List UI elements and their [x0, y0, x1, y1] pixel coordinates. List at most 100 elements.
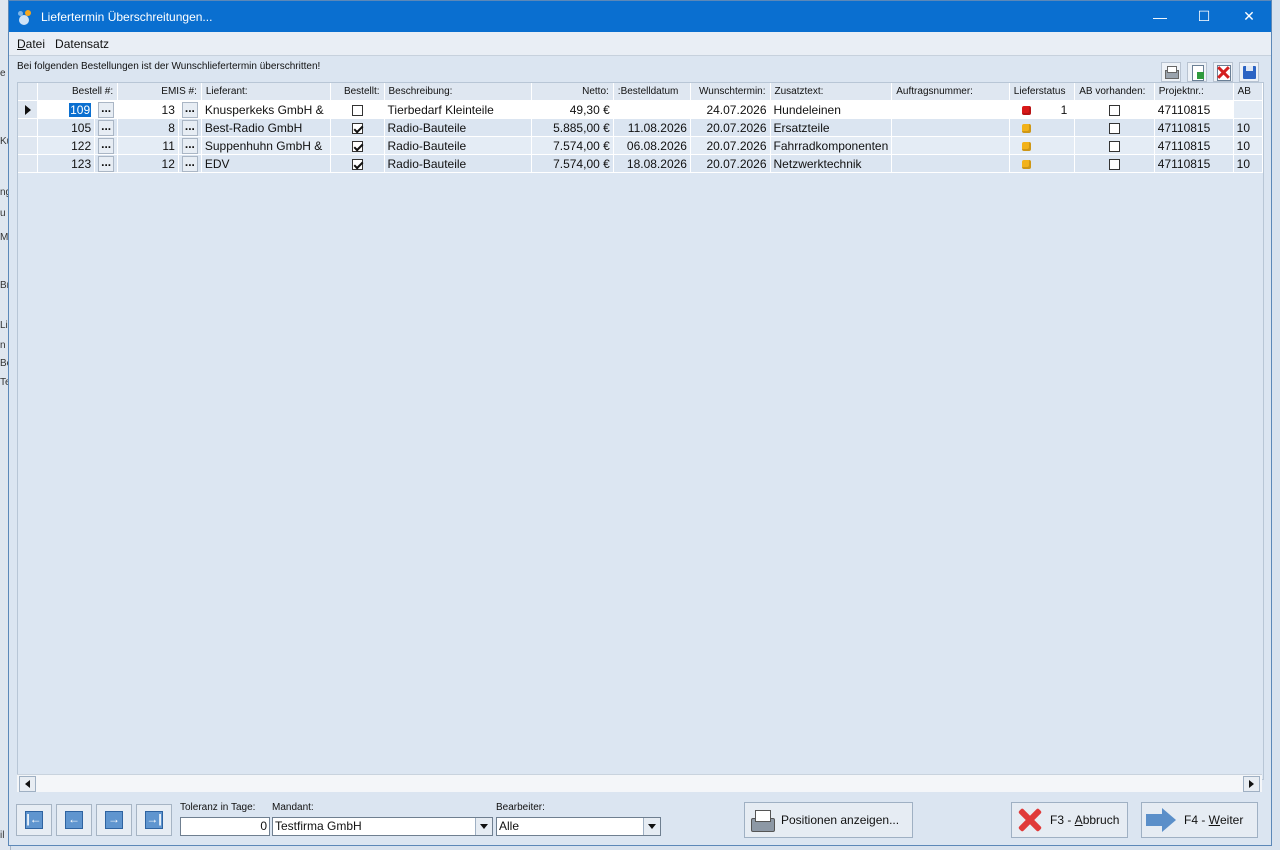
table-row[interactable]: 105... 8... Best-Radio GmbH Radio-Bauteile 5…: [18, 118, 1263, 137]
cell-bestelldatum[interactable]: 11.08.2026: [613, 118, 691, 137]
col-header-ab-vorhanden[interactable]: AB vorhanden:: [1074, 83, 1155, 101]
col-header-netto[interactable]: Netto:: [531, 83, 614, 101]
cell-ab[interactable]: 10: [1233, 136, 1263, 155]
cell-ab[interactable]: [1233, 100, 1263, 119]
orders-grid[interactable]: Bestell #: EMIS #: Lieferant: Bestellt: …: [17, 82, 1264, 780]
cell-lieferant[interactable]: Knusperkeks GmbH &: [201, 100, 332, 119]
title-bar[interactable]: Liefertermin Überschreitungen... — ☐ ✕: [9, 1, 1271, 32]
cell-lieferant[interactable]: Suppenhuhn GmbH &: [201, 136, 332, 155]
previous-record-button[interactable]: ←: [56, 804, 92, 836]
cell-projektnr[interactable]: 47110815: [1154, 118, 1234, 137]
cell-lieferstatus[interactable]: [1009, 154, 1076, 173]
bestellt-checkbox[interactable]: [351, 140, 363, 152]
cell-netto[interactable]: 5.885,00 €: [531, 118, 614, 137]
row-indicator[interactable]: [18, 154, 39, 173]
cell-lieferstatus[interactable]: [1009, 136, 1076, 155]
cell-auftragsnummer[interactable]: [891, 154, 1010, 173]
cell-ab[interactable]: 10: [1233, 154, 1263, 173]
cell-auftragsnummer[interactable]: [891, 118, 1010, 137]
emis-lookup-button[interactable]: ...: [178, 100, 202, 119]
emis-lookup-button[interactable]: ...: [178, 154, 202, 173]
cell-beschreibung[interactable]: Tierbedarf Kleinteile: [384, 100, 532, 119]
cell-wunschtermin[interactable]: 20.07.2026: [690, 136, 771, 155]
ab-vorhanden-checkbox[interactable]: [1109, 140, 1120, 152]
ab-vorhanden-checkbox[interactable]: [1109, 104, 1120, 116]
last-record-button[interactable]: →|: [136, 804, 172, 836]
positionen-anzeigen-button[interactable]: Positionen anzeigen...: [744, 802, 913, 838]
cell-wunschtermin[interactable]: 20.07.2026: [690, 118, 771, 137]
cell-ab[interactable]: 10: [1233, 118, 1263, 137]
table-row[interactable]: 109... 13... Knusperkeks GmbH & Tierbedarf …: [18, 100, 1263, 119]
cell-ab-vorhanden[interactable]: [1074, 136, 1155, 155]
bestell-lookup-button[interactable]: ...: [94, 136, 119, 155]
table-row[interactable]: 123... 12... EDV Radio-Bauteile 7.574,00 €18…: [18, 154, 1263, 173]
col-header-bestell-nr[interactable]: Bestell #:: [37, 83, 119, 101]
cell-emis-nr[interactable]: 13: [117, 100, 179, 119]
col-header-lieferstatus[interactable]: Lieferstatus: [1009, 83, 1076, 101]
cell-netto[interactable]: 7.574,00 €: [531, 136, 614, 155]
horizontal-scrollbar[interactable]: [17, 774, 1262, 792]
bestell-lookup-button[interactable]: ...: [94, 118, 119, 137]
cell-netto[interactable]: 49,30 €: [531, 100, 614, 119]
abbruch-button[interactable]: F3 - Abbruch: [1011, 802, 1128, 838]
next-record-button[interactable]: →: [96, 804, 132, 836]
col-header-bestelldatum[interactable]: Bestelldatum:: [613, 83, 691, 101]
cell-beschreibung[interactable]: Radio-Bauteile: [384, 136, 532, 155]
col-header-wunschtermin[interactable]: Wunschtermin:: [690, 83, 771, 101]
bestellt-checkbox[interactable]: [351, 104, 363, 116]
menu-item-datensatz[interactable]: Datensatz: [55, 37, 109, 51]
cell-zusatztext[interactable]: Netzwerktechnik: [770, 154, 893, 173]
printer-icon[interactable]: [1161, 62, 1181, 82]
scroll-left-button[interactable]: [19, 776, 36, 792]
cell-bestelldatum[interactable]: 18.08.2026: [613, 154, 691, 173]
bearbeiter-select[interactable]: Alle: [496, 817, 661, 836]
cell-lieferstatus[interactable]: [1009, 118, 1076, 137]
cell-bestelldatum[interactable]: [613, 100, 691, 119]
cell-auftragsnummer[interactable]: [891, 136, 1010, 155]
bestell-lookup-button[interactable]: ...: [94, 100, 119, 119]
menu-item-datei[interactable]: Datei: [17, 37, 45, 51]
cell-wunschtermin[interactable]: 24.07.2026: [690, 100, 771, 119]
first-record-button[interactable]: |←: [16, 804, 52, 836]
cell-ab-vorhanden[interactable]: [1074, 100, 1155, 119]
save-icon[interactable]: [1239, 62, 1259, 82]
emis-lookup-button[interactable]: ...: [178, 136, 202, 155]
export-excel-icon[interactable]: [1187, 62, 1207, 82]
cell-zusatztext[interactable]: Ersatzteile: [770, 118, 893, 137]
cell-bestelldatum[interactable]: 06.08.2026: [613, 136, 691, 155]
chevron-down-icon[interactable]: [643, 818, 660, 835]
cell-bestellt[interactable]: [330, 136, 385, 155]
ab-vorhanden-checkbox[interactable]: [1109, 158, 1120, 170]
col-header-projektnr[interactable]: Projektnr.:: [1154, 83, 1234, 101]
row-indicator[interactable]: [18, 118, 39, 137]
maximize-button[interactable]: ☐: [1181, 1, 1227, 32]
bestellt-checkbox[interactable]: [351, 158, 363, 170]
cell-projektnr[interactable]: 47110815: [1154, 154, 1234, 173]
cell-emis-nr[interactable]: 8: [117, 118, 179, 137]
col-header-beschreibung[interactable]: Beschreibung:: [384, 83, 532, 101]
table-row[interactable]: 122... 11... Suppenhuhn GmbH & Radio-Bautei…: [18, 136, 1263, 155]
cell-auftragsnummer[interactable]: [891, 100, 1010, 119]
col-header-auftragsnummer[interactable]: Auftragsnummer:: [891, 83, 1010, 101]
chevron-down-icon[interactable]: [475, 818, 492, 835]
scroll-right-button[interactable]: [1243, 776, 1260, 792]
cell-beschreibung[interactable]: Radio-Bauteile: [384, 154, 532, 173]
cell-emis-nr[interactable]: 11: [117, 136, 179, 155]
toleranz-input[interactable]: 0: [180, 817, 270, 836]
cell-projektnr[interactable]: 47110815: [1154, 136, 1234, 155]
col-header-emis-nr[interactable]: EMIS #:: [117, 83, 202, 101]
cell-ab-vorhanden[interactable]: [1074, 154, 1155, 173]
cell-zusatztext[interactable]: Fahrradkomponenten: [770, 136, 893, 155]
cell-ab-vorhanden[interactable]: [1074, 118, 1155, 137]
weiter-button[interactable]: F4 - Weiter: [1141, 802, 1258, 838]
cell-bestell-nr[interactable]: 105: [37, 118, 96, 137]
cell-beschreibung[interactable]: Radio-Bauteile: [384, 118, 532, 137]
cell-bestell-nr[interactable]: 109: [37, 100, 96, 119]
cell-bestell-nr[interactable]: 123: [37, 154, 96, 173]
bestell-lookup-button[interactable]: ...: [94, 154, 119, 173]
col-header-zusatztext[interactable]: Zusatztext:: [770, 83, 893, 101]
emis-lookup-button[interactable]: ...: [178, 118, 202, 137]
cell-lieferant[interactable]: EDV: [201, 154, 332, 173]
cell-lieferant[interactable]: Best-Radio GmbH: [201, 118, 332, 137]
ab-vorhanden-checkbox[interactable]: [1109, 122, 1120, 134]
